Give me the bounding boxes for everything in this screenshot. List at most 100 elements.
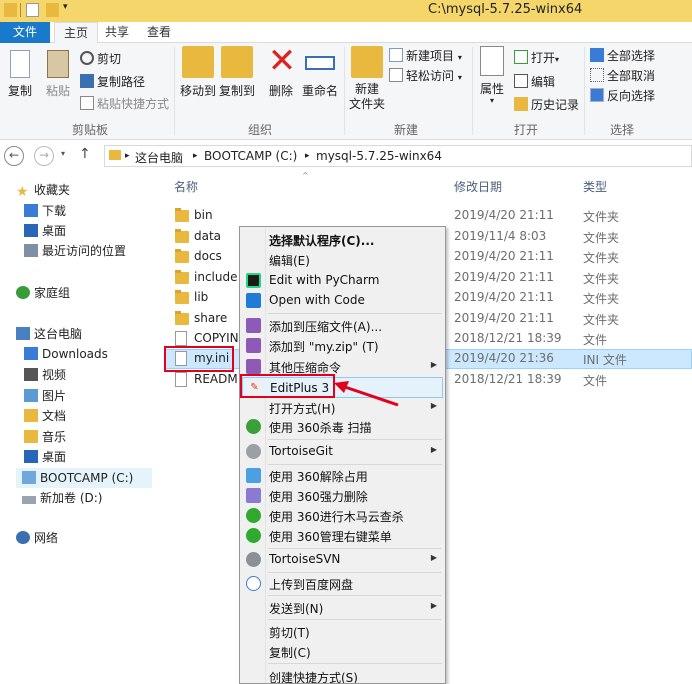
menu-item-cut[interactable]: 剪切(T): [242, 621, 443, 642]
breadcrumb-this-pc[interactable]: 这台电脑: [135, 149, 183, 166]
recent-locations-button[interactable]: ▾: [61, 149, 65, 158]
menu-item-edit-with-pycharm[interactable]: Edit with PyCharm: [242, 270, 443, 291]
properties-icon[interactable]: [26, 3, 39, 17]
menu-item-open-with-code[interactable]: Open with Code: [242, 290, 443, 311]
chevron-right-icon[interactable]: ▸: [193, 151, 198, 161]
paste-button[interactable]: 粘贴: [42, 46, 74, 99]
breadcrumb-folder[interactable]: mysql-5.7.25-winx64: [316, 149, 442, 163]
file-icon: [175, 331, 187, 346]
menu-item-choose-default-program[interactable]: 选择默认程序(C)...: [242, 229, 443, 250]
network-icon: [16, 531, 30, 544]
delete-icon: ✕: [267, 41, 297, 81]
open-button[interactable]: 打开▾: [514, 49, 559, 67]
tab-view[interactable]: 查看: [138, 22, 180, 43]
new-folder-icon: [351, 46, 383, 78]
rename-button[interactable]: 重命名: [300, 46, 340, 99]
nav-bootcamp-drive[interactable]: BOOTCAMP (C:): [16, 468, 152, 488]
divider: [268, 663, 442, 664]
drive-icon: [22, 496, 36, 504]
menu-item-baidu-upload[interactable]: 上传到百度网盘: [242, 573, 443, 594]
nav-desktop[interactable]: 桌面: [24, 221, 66, 241]
move-to-button[interactable]: 移动到: [180, 46, 216, 99]
rename-icon: [305, 56, 335, 70]
nav-documents[interactable]: 文档: [24, 406, 66, 426]
nav-d-drive[interactable]: 新加卷 (D:): [22, 488, 102, 508]
nav-pc-desktop[interactable]: 桌面: [24, 447, 66, 467]
paste-shortcut-button[interactable]: 粘贴快捷方式: [80, 95, 169, 113]
edit-button[interactable]: 编辑: [514, 73, 555, 91]
file-row[interactable]: bin 2019/4/20 21:11 文件夹: [165, 206, 692, 226]
select-all-button[interactable]: 全部选择: [590, 47, 655, 65]
chevron-right-icon: ▶: [430, 445, 437, 454]
menu-item-send-to[interactable]: 发送到(N) ▶: [242, 597, 443, 618]
copy-button[interactable]: 复制: [4, 46, 36, 99]
paste-icon: [47, 50, 69, 78]
menu-item-edit[interactable]: 编辑(E): [242, 249, 443, 270]
nav-network[interactable]: 网络: [16, 528, 58, 548]
menu-item-360-manage-menu[interactable]: 使用 360管理右键菜单: [242, 525, 443, 546]
menu-item-copy[interactable]: 复制(C): [242, 641, 443, 662]
new-folder-icon[interactable]: [46, 3, 59, 17]
menu-item-tortoisegit[interactable]: TortoiseGit ▶: [242, 441, 443, 462]
menu-item-tortoisesvn[interactable]: TortoiseSVN ▶: [242, 549, 443, 570]
nav-pictures[interactable]: 图片: [24, 386, 66, 406]
copy-path-button[interactable]: 复制路径: [80, 73, 145, 91]
folder-icon: [175, 208, 189, 222]
chevron-down-icon[interactable]: ▾: [63, 2, 68, 12]
delete-button[interactable]: ✕ 删除: [266, 41, 297, 99]
column-header-type[interactable]: 类型: [583, 178, 607, 195]
nav-favorites[interactable]: ★ 收藏夹: [16, 180, 70, 200]
new-item-button[interactable]: 新建项目 ▾: [389, 47, 462, 65]
history-button[interactable]: 历史记录: [514, 96, 579, 114]
ribbon-tabs: 文件 主页 共享 查看: [0, 22, 692, 44]
back-button[interactable]: ←: [4, 146, 24, 166]
menu-item-360-force-delete[interactable]: 使用 360强力删除: [242, 485, 443, 506]
scissors-icon: [80, 51, 94, 65]
menu-item-add-to-archive[interactable]: 添加到压缩文件(A)...: [242, 315, 443, 336]
group-label-clipboard: 剪贴板: [71, 123, 108, 137]
breadcrumb-drive[interactable]: BOOTCAMP (C:): [204, 149, 297, 163]
menu-item-add-to-zip[interactable]: 添加到 "my.zip" (T): [242, 335, 443, 356]
forward-button[interactable]: →: [34, 146, 54, 166]
new-folder-button[interactable]: 新建 文件夹: [348, 46, 386, 112]
nav-pc-downloads[interactable]: Downloads: [24, 344, 108, 364]
divider: [174, 47, 175, 135]
chevron-right-icon: ▶: [430, 360, 437, 369]
menu-item-360-unlock[interactable]: 使用 360解除占用: [242, 465, 443, 486]
column-header-name[interactable]: 名称: [174, 178, 198, 195]
up-button[interactable]: ↑: [79, 146, 91, 162]
sort-indicator-icon: ^: [302, 171, 309, 180]
chevron-right-icon[interactable]: ▸: [305, 151, 310, 161]
chevron-right-icon: ▶: [430, 601, 437, 610]
tab-share[interactable]: 共享: [96, 22, 138, 43]
chevron-right-icon: ▶: [430, 401, 437, 410]
select-none-button[interactable]: 全部取消: [590, 67, 655, 85]
nav-music[interactable]: 音乐: [24, 427, 66, 447]
menu-item-360-scan[interactable]: 使用 360杀毒 扫描: [242, 416, 443, 437]
chevron-right-icon[interactable]: ▸: [125, 151, 130, 161]
divider: [268, 595, 442, 596]
column-header-date[interactable]: 修改日期: [454, 178, 502, 195]
group-label-open: 打开: [513, 123, 538, 137]
cut-button[interactable]: 剪切: [80, 50, 121, 68]
desktop-icon: [24, 450, 38, 463]
invert-selection-button[interactable]: 反向选择: [590, 87, 655, 105]
copy-to-button[interactable]: 复制到: [219, 46, 255, 99]
nav-downloads[interactable]: 下载: [24, 201, 66, 221]
address-bar[interactable]: ▸ 这台电脑 ▸ BOOTCAMP (C:) ▸ mysql-5.7.25-wi…: [104, 145, 692, 167]
title-bar: ▾ C:\mysql-5.7.25-winx64: [0, 0, 692, 22]
properties-button[interactable]: 属性 ▾: [476, 46, 508, 105]
menu-item-create-shortcut[interactable]: 创建快捷方式(S): [242, 666, 443, 683]
tab-file[interactable]: 文件: [0, 22, 50, 43]
easy-access-button[interactable]: 轻松访问 ▾: [389, 67, 462, 85]
tab-home[interactable]: 主页: [54, 22, 99, 44]
nav-homegroup[interactable]: 家庭组: [16, 283, 70, 303]
nav-recent[interactable]: 最近访问的位置: [24, 241, 126, 261]
nav-videos[interactable]: 视频: [24, 365, 66, 385]
history-icon: [514, 97, 528, 111]
copy-icon: [10, 50, 30, 78]
select-all-icon: [590, 48, 604, 62]
nav-this-pc[interactable]: 这台电脑: [16, 324, 82, 344]
menu-item-360-trojan-scan[interactable]: 使用 360进行木马云查杀: [242, 505, 443, 526]
navigation-pane: ★ 收藏夹 下载 桌面 最近访问的位置 家庭组 这台电脑 Downloads 视频…: [0, 172, 152, 684]
